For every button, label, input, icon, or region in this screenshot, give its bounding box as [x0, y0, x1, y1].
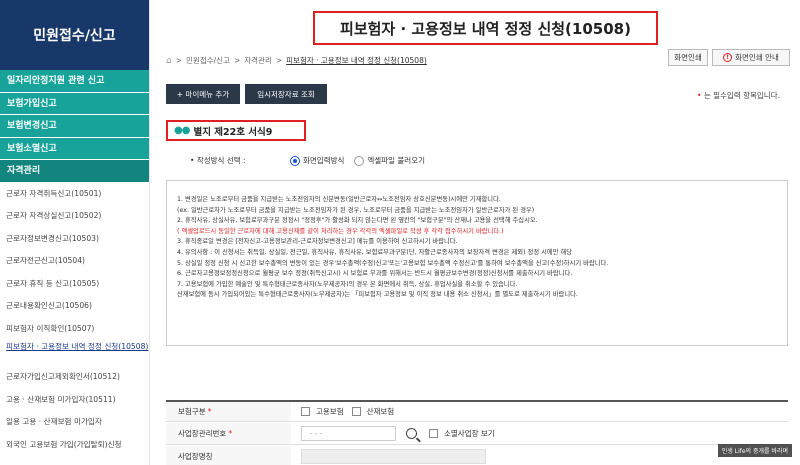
note-line: 7. 고용보험에 가입한 예술인 및 특수형태근로종사자(노무제공자)의 경우 … [177, 280, 518, 288]
closed-business-checkbox[interactable] [429, 429, 438, 438]
business-no-label: 사업장관리번호 * [166, 423, 291, 444]
business-no-row: 사업장관리번호 * - - - 소멸사업장 보기 [166, 423, 788, 445]
closed-business-label: 소멸사업장 보기 [444, 429, 495, 438]
sidebar-item-transfer[interactable]: 근로자전근신고(10504) [0, 250, 149, 273]
business-no-input[interactable]: - - - [301, 426, 396, 441]
business-no-label-text: 사업장관리번호 [178, 429, 227, 438]
employment-insurance-checkbox[interactable] [301, 407, 310, 416]
form-label-text: 별지 제22호 서식9 [193, 126, 273, 138]
home-icon[interactable]: ⌂ [166, 56, 172, 66]
note-line: 3. 휴직종료일 변경은 [전자신고-고용정보관리-근로자정보변경신고] 메뉴를… [177, 238, 458, 246]
sidebar-item-non-member[interactable]: 고용 · 산재보험 미가입자(10511) [0, 389, 149, 412]
sidebar-item-leave[interactable]: 근로자 휴직 등 신고(10505) [0, 273, 149, 296]
insurance-type-options: 고용보험 산재보험 [291, 402, 394, 421]
sidebar-item-correction[interactable]: 피보험자 · 고용정보 내역 정정 신청(10508) [0, 340, 149, 366]
note-line: 2. 휴직사유, 상실사유, 보험료부과구분 정정시 "정정후"가 활성화 되지… [177, 217, 538, 225]
sidebar-item-exclusion[interactable]: 근로자가입신고제외확인서(10512) [0, 366, 149, 389]
sidebar: 민원접수/신고 일자리안정지원 관련 신고 보험가입신고 보험변경신고 보험소멸… [0, 0, 150, 465]
business-name-row: 사업장명칭 [166, 446, 788, 465]
sidebar-item-foreigner[interactable]: 외국인 고용보험 가입(가입탈퇴)신청 [0, 434, 149, 457]
business-no-value: - - - 소멸사업장 보기 [291, 423, 495, 444]
breadcrumb-current: 피보험자 · 고용정보 내역 정정 신청(10508) [286, 56, 427, 65]
print-button[interactable]: 화면인쇄 [668, 49, 708, 66]
note-line: 산재보험에 동시 가입되어있는 특수형태근로종사자(노무제공자)는 「피보험자 … [177, 291, 578, 299]
search-icon[interactable] [406, 428, 417, 439]
sidebar-item-work-confirm[interactable]: 근로내용확인신고(10506) [0, 295, 149, 318]
note-line: 5. 상실일 정정 신청 시 신고한 보수총액의 변동이 있는 경우'보수총액(… [177, 259, 609, 267]
bullet-icon: ●● [174, 125, 190, 136]
insurance-type-row: 보험구분 * 고용보험 산재보험 [166, 400, 788, 422]
radio-selected-icon[interactable] [290, 155, 300, 166]
business-name-value [291, 446, 486, 465]
form-label: ●● 별지 제22호 서식9 [166, 120, 306, 141]
note-line: (ex. 일반근로자가 노조로부터 금품을 지급받는 노조전임자가 된 경우, … [177, 206, 535, 214]
breadcrumb: ⌂ > 민원접수/신고 > 자격관리 > 피보험자 · 고용정보 내역 정정 신… [166, 55, 427, 66]
breadcrumb-item[interactable]: 자격관리 [244, 55, 272, 66]
sidebar-category-insurance-join[interactable]: 보험가입신고 [0, 92, 149, 115]
note-line: 6. 근로자고용정보정정신청으로 월평균 보수 정정(취득신고시) 시 보험료 … [177, 270, 573, 278]
input-method-label: • 작성방식 선택 : [190, 156, 246, 165]
employment-insurance-label: 고용보험 [316, 407, 344, 416]
industrial-insurance-checkbox[interactable] [351, 407, 361, 416]
page-title: 피보험자 · 고용정보 내역 정정 신청(10508) [313, 11, 658, 45]
sidebar-title: 민원접수/신고 [0, 0, 149, 70]
required-star: • [697, 91, 702, 100]
print-guide-label: 화면인쇄 안내 [735, 53, 779, 62]
input-method-label-text: 작성방식 선택 : [196, 156, 246, 165]
sidebar-category-job-stability[interactable]: 일자리안정지원 관련 신고 [0, 70, 149, 93]
breadcrumb-sep: > [175, 56, 183, 65]
add-my-menu-button[interactable]: + 마이메뉴 추가 [166, 84, 240, 104]
page-root: 민원접수/신고 일자리안정지원 관련 신고 보험가입신고 보험변경신고 보험소멸… [0, 0, 800, 465]
breadcrumb-sep: > [233, 56, 241, 65]
insurance-type-label-text: 보험구분 [178, 407, 206, 416]
sidebar-item-info-change[interactable]: 근로자정보변경신고(10503) [0, 228, 149, 251]
business-name-input [301, 449, 486, 464]
radio-excel-upload[interactable]: 엑셀파일 불러오기 [354, 155, 425, 166]
temp-save-view-button[interactable]: 임시저장자료 조회 [245, 84, 327, 104]
radio-screen-input[interactable]: 화면입력방식 [290, 155, 344, 166]
watermark: 인생 Life의 중개를 바라며 [717, 444, 792, 457]
industrial-insurance-label: 산재보험 [366, 407, 395, 416]
sidebar-item-daily-non-member[interactable]: 일용 고용 · 산재보험 미가입자 [0, 411, 149, 434]
sidebar-item-loss[interactable]: 근로자 자격상실신고(10502) [0, 205, 149, 228]
note-line-warning: ( 엑셀업로드시 동일한 근로자에 대해 고용산재를 같이 처리하는 경우 각각… [177, 227, 504, 235]
alert-icon: ! [723, 53, 733, 62]
breadcrumb-item[interactable]: 민원접수/신고 [186, 55, 230, 66]
main-content: 피보험자 · 고용정보 내역 정정 신청(10508) ⌂ > 민원접수/신고 … [150, 0, 800, 465]
required-note: • 는 필수입력 항목입니다. [697, 90, 780, 101]
notes-box: 1. 변경일은 노조로부터 금품을 지급받는 노조전임자의 신분변동(일반근로자… [166, 180, 788, 346]
radio-icon[interactable] [354, 155, 365, 166]
sidebar-item-separation[interactable]: 피보험자 이직확인(10507) [0, 318, 149, 341]
sidebar-category-insurance-change[interactable]: 보험변경신고 [0, 115, 149, 138]
breadcrumb-sep: > [275, 56, 283, 65]
sidebar-category-qualification[interactable]: 자격관리 [0, 160, 149, 183]
business-name-label: 사업장명칭 [166, 446, 291, 465]
radio-screen-input-label: 화면입력방식 [303, 156, 345, 165]
note-line: 4. 유의사항 : 이 신청서는 취득일, 상실일, 전근일, 휴직사유, 휴직… [177, 248, 573, 256]
insurance-type-label: 보험구분 * [166, 402, 291, 421]
sidebar-category-insurance-loss[interactable]: 보험소멸신고 [0, 137, 149, 160]
note-line: 1. 변경일은 노조로부터 금품을 지급받는 노조전임자의 신분변동(일반근로자… [177, 196, 501, 203]
input-method-selector: • 작성방식 선택 : 화면입력방식 엑셀파일 불러오기 [190, 155, 435, 166]
radio-excel-upload-label: 엑셀파일 불러오기 [367, 156, 425, 165]
print-guide-button[interactable]: ! 화면인쇄 안내 [712, 49, 790, 66]
required-note-text: 는 필수입력 항목입니다. [703, 91, 780, 100]
sidebar-item-acquisition[interactable]: 근로자 자격취득신고(10501) [0, 183, 149, 206]
